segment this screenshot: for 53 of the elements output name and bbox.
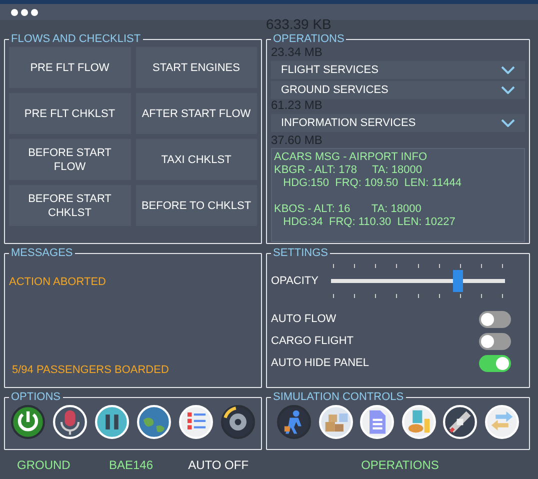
gear-icon[interactable]	[221, 405, 255, 439]
flow-button[interactable]: START ENGINES	[136, 47, 257, 88]
flow-button[interactable]: PRE FLT FLOW	[9, 47, 130, 88]
toggle-label: AUTO HIDE PANEL	[271, 356, 370, 371]
flow-button[interactable]: BEFORE START CHKLST	[9, 185, 130, 226]
panel-title: FLOWS AND CHECKLIST	[10, 32, 142, 46]
chevron-down-icon	[501, 119, 515, 127]
status-text: BAE146	[108, 457, 154, 474]
panel-title: OPERATIONS	[272, 32, 346, 46]
message-text: 5/94 PASSENGERS BOARDED	[11, 362, 170, 378]
status-text: AUTO OFF	[187, 457, 250, 474]
flow-button[interactable]: TAXI CHKLST	[136, 139, 257, 180]
flow-button[interactable]: BEFORE TO CHKLST	[136, 185, 257, 226]
panel-title: MESSAGES	[10, 246, 74, 260]
toggle-label: CARGO FLIGHT	[271, 334, 354, 349]
services-dropdown[interactable]: GROUND SERVICES	[271, 81, 525, 99]
file-size-text: 633.39 KB	[266, 16, 332, 32]
flow-button[interactable]: AFTER START FLOW	[136, 93, 257, 134]
microphone-icon[interactable]	[53, 405, 87, 439]
acars-title: ACARS MSG - AIRPORT INFO	[274, 151, 428, 164]
toggle-label: AUTO FLOW	[271, 312, 336, 327]
services-dropdown[interactable]: FLIGHT SERVICES	[271, 61, 525, 79]
power-icon[interactable]	[11, 405, 45, 439]
pause-icon[interactable]	[95, 405, 129, 439]
walking-person-icon[interactable]	[277, 405, 311, 439]
status-text: GROUND	[16, 457, 72, 474]
status-text: OPERATIONS	[361, 458, 439, 472]
slider-thumb[interactable]	[453, 270, 464, 292]
chevron-down-icon	[501, 86, 515, 94]
food-icon[interactable]	[402, 405, 436, 439]
document-icon[interactable]	[360, 405, 394, 439]
flow-button[interactable]: PRE FLT CHKLST	[9, 93, 130, 134]
chevron-down-icon	[501, 66, 515, 74]
acars-line: KBGR - ALT: 178 TA: 18000	[274, 164, 423, 177]
panel-title: SIMULATION CONTROLS	[272, 390, 405, 404]
opacity-slider[interactable]	[331, 264, 505, 298]
globe-icon[interactable]	[137, 405, 171, 439]
services-dropdown[interactable]: INFORMATION SERVICES	[271, 114, 525, 132]
message-text: ACTION ABORTED	[9, 275, 107, 290]
panel-title: OPTIONS	[10, 390, 62, 404]
checklist-icon[interactable]	[179, 405, 213, 439]
seatbelt-icon[interactable]	[443, 405, 478, 439]
acars-line: HDG:34 FRQ: 110.30 LEN: 10227	[282, 216, 456, 229]
arrows-icon[interactable]	[484, 405, 519, 439]
toggle-switch[interactable]	[479, 332, 511, 350]
acars-line: KBOS - ALT: 16 TA: 18000	[274, 203, 422, 216]
boxes-icon[interactable]	[318, 405, 353, 439]
panel-title: SETTINGS	[272, 246, 330, 260]
acars-line: HDG:150 FRQ: 109.50 LEN: 11444	[282, 177, 463, 190]
flow-button[interactable]: BEFORE START FLOW	[9, 139, 130, 180]
toggle-switch[interactable]	[479, 310, 511, 328]
toggle-switch[interactable]	[479, 354, 511, 372]
opacity-label: OPACITY	[271, 274, 320, 289]
